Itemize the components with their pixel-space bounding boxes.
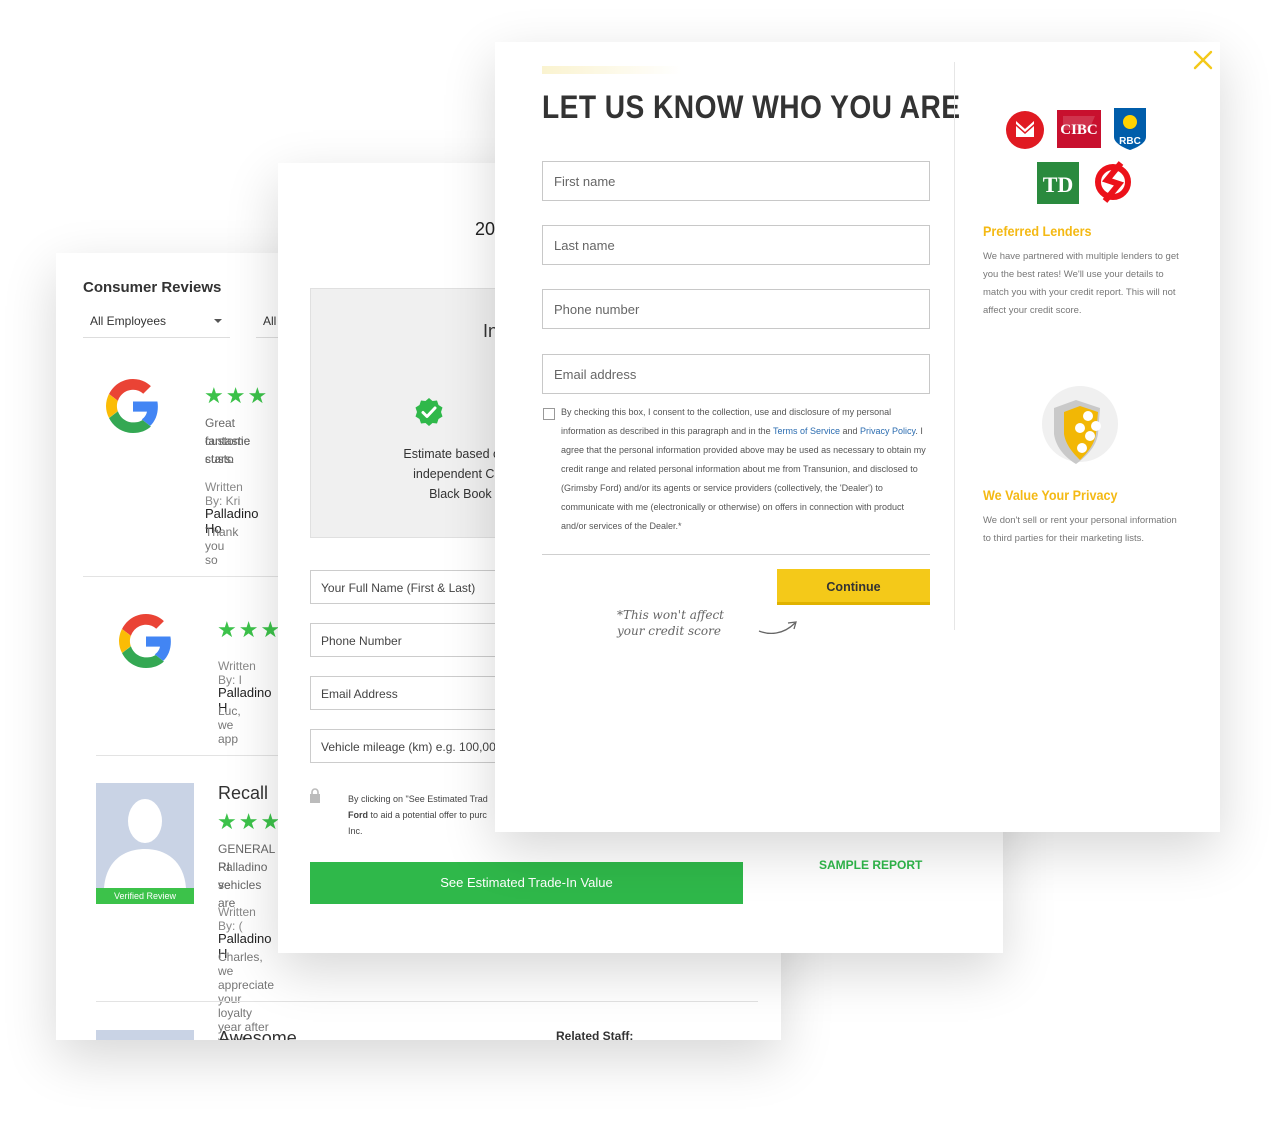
preferred-lenders-heading: Preferred Lenders bbox=[983, 223, 1092, 239]
last-name-input[interactable]: Last name bbox=[542, 225, 930, 265]
verified-check-icon bbox=[415, 398, 443, 426]
review-author: Written By: I bbox=[218, 659, 256, 687]
cibc-logo-icon: CIBC bbox=[1057, 110, 1101, 148]
rating-stars: ★★★ bbox=[217, 617, 283, 642]
see-trade-in-value-button[interactable]: See Estimated Trade-In Value bbox=[310, 862, 743, 904]
review-divider bbox=[96, 1001, 758, 1002]
lead-form-modal: LET US KNOW WHO YOU ARE First name Last … bbox=[495, 42, 1220, 832]
td-logo-icon: TD bbox=[1037, 162, 1079, 204]
chevron-down-icon bbox=[214, 319, 222, 323]
business-reply: Luc, we app bbox=[218, 704, 241, 746]
rating-stars: ★★★ bbox=[204, 383, 270, 408]
consent-checkbox[interactable] bbox=[543, 408, 555, 420]
review-title: Awesome bbox=[218, 1028, 297, 1040]
avatar bbox=[96, 783, 194, 903]
privacy-policy-link[interactable]: Privacy Policy bbox=[860, 426, 915, 436]
lock-icon bbox=[310, 788, 320, 803]
other-filter-value: All bbox=[263, 314, 277, 328]
email-address-input[interactable]: Email address bbox=[542, 354, 930, 394]
sample-report-link[interactable]: SAMPLE REPORT bbox=[819, 858, 922, 872]
first-name-input[interactable]: First name bbox=[542, 161, 930, 201]
business-reply: Charles, we appreciate your loyalty year… bbox=[218, 950, 275, 1040]
bmo-logo-icon bbox=[1006, 111, 1044, 149]
form-divider bbox=[542, 554, 930, 555]
bank-name: CIBC bbox=[1060, 122, 1098, 138]
close-icon[interactable] bbox=[1192, 49, 1214, 71]
related-staff-label: Related Staff: bbox=[556, 1029, 634, 1040]
bank-logos: CIBC RBC TD bbox=[1003, 107, 1163, 217]
avatar bbox=[96, 1030, 194, 1040]
phone-number-input[interactable]: Phone number bbox=[542, 289, 930, 329]
continue-button[interactable]: Continue bbox=[777, 569, 930, 605]
privacy-shield-icon bbox=[1042, 386, 1118, 464]
business-reply: Thank you so bbox=[205, 525, 239, 567]
consent-text: By checking this box, I consent to the c… bbox=[561, 403, 931, 536]
scotiabank-logo-icon bbox=[1095, 161, 1131, 203]
verified-review-badge: Verified Review bbox=[96, 888, 194, 904]
decorative-bar bbox=[542, 66, 682, 74]
google-icon bbox=[119, 614, 171, 668]
credit-score-note: *This won't affect your credit score bbox=[617, 607, 724, 639]
rbc-logo-icon: RBC bbox=[1114, 108, 1146, 150]
privacy-text: We don't sell or rent your personal info… bbox=[983, 515, 1177, 544]
privacy-heading: We Value Your Privacy bbox=[983, 487, 1118, 503]
preferred-lenders-text: We have partnered with multiple lenders … bbox=[983, 251, 1179, 316]
curved-arrow-icon bbox=[758, 621, 797, 635]
credit-note-line: your credit score bbox=[617, 624, 721, 638]
bank-name: RBC bbox=[1119, 136, 1141, 147]
consent-fragment: to aid a potential offer to purc bbox=[368, 810, 487, 820]
google-icon bbox=[106, 379, 158, 433]
employee-filter-value: All Employees bbox=[90, 314, 167, 328]
employee-filter-select[interactable]: All Employees bbox=[83, 311, 230, 338]
vehicle-year-heading: 20 bbox=[475, 219, 496, 239]
consent-fragment: and bbox=[840, 426, 861, 436]
bank-name: TD bbox=[1043, 172, 1074, 197]
user-silhouette-icon bbox=[104, 799, 186, 888]
review-title: Recall bbox=[218, 783, 269, 803]
modal-title: LET US KNOW WHO YOU ARE bbox=[542, 89, 961, 125]
rating-stars: ★★★ bbox=[217, 809, 283, 834]
reviews-title: Consumer Reviews bbox=[83, 279, 222, 296]
credit-note-line: *This won't affect bbox=[617, 608, 725, 622]
review-author: Written By: ( bbox=[218, 905, 256, 933]
terms-of-service-link[interactable]: Terms of Service bbox=[773, 426, 840, 436]
dealer-name: Ford bbox=[348, 810, 368, 820]
consent-fragment: . I agree that the personal information … bbox=[561, 426, 926, 531]
column-divider bbox=[954, 62, 955, 630]
review-text: stars. bbox=[205, 452, 235, 466]
review-author: Written By: Kri bbox=[205, 480, 243, 508]
